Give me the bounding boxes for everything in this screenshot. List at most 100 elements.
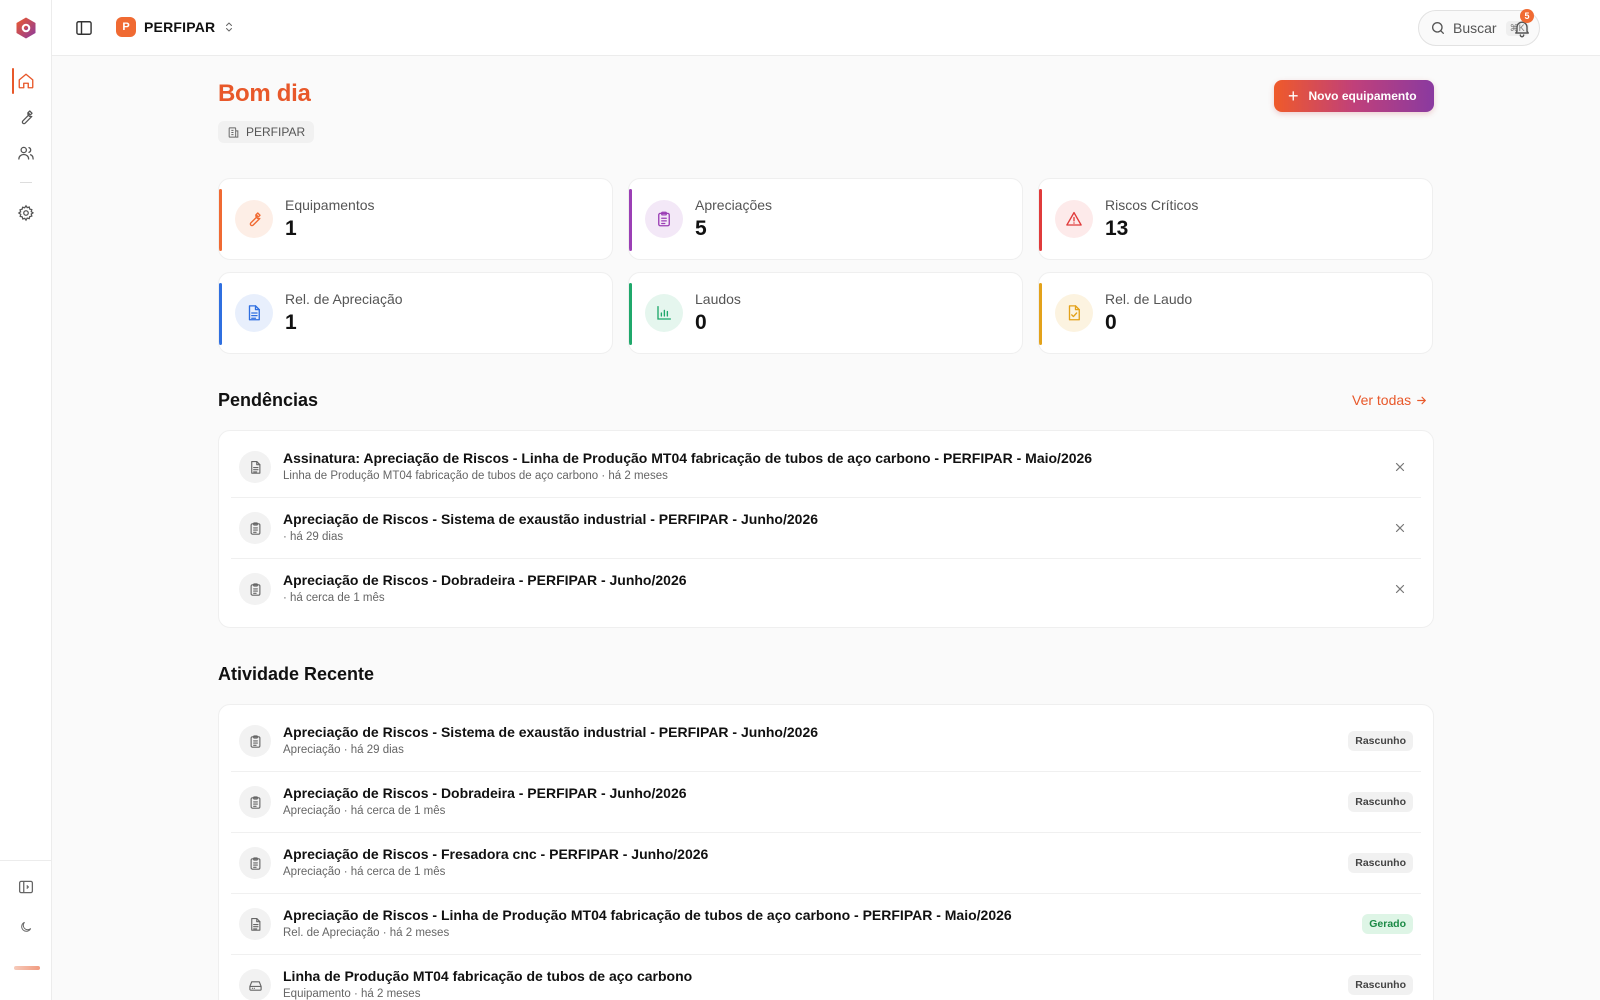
clipboard-icon <box>250 734 260 748</box>
sidebar-divider <box>20 182 32 183</box>
status-badge: Rascunho <box>1348 853 1413 873</box>
footer-logo <box>14 966 40 970</box>
pendencia-subtitle: · há 29 dias <box>283 531 344 543</box>
atividade-title: Apreciação de Riscos - Sistema de exaust… <box>283 724 819 740</box>
row-icon-wrap <box>239 908 271 940</box>
home-icon <box>18 73 34 89</box>
close-icon[interactable] <box>1393 460 1407 474</box>
atividade-title: Apreciação de Riscos - Dobradeira - PERF… <box>283 785 687 801</box>
alert-triangle-icon <box>1066 211 1082 226</box>
pendencia-title: Apreciação de Riscos - Sistema de exaust… <box>283 511 819 527</box>
pendencia-item[interactable]: Apreciação de Riscos - Sistema de exaust… <box>231 498 1421 559</box>
sidebar-item-equipamentos[interactable] <box>0 102 52 132</box>
stat-icon-wrap <box>1055 294 1093 332</box>
stat-value: 1 <box>285 217 297 240</box>
stat-label: Riscos Críticos <box>1105 197 1199 213</box>
org-chip: PERFIPAR <box>218 121 315 143</box>
app-logo-icon[interactable] <box>14 16 38 40</box>
file-text-icon <box>248 305 260 321</box>
stat-icon-wrap <box>235 294 273 332</box>
gear-icon <box>17 204 35 222</box>
expand-sidebar-button[interactable] <box>0 872 52 902</box>
clipboard-icon <box>250 521 260 535</box>
row-icon-wrap <box>239 725 271 757</box>
close-icon[interactable] <box>1393 521 1407 535</box>
stat-icon-wrap <box>1055 200 1093 238</box>
atividade-item[interactable]: Apreciação de Riscos - Linha de Produção… <box>231 894 1421 955</box>
atividade-title: Apreciação de Riscos - Linha de Produção… <box>283 907 1012 923</box>
theme-toggle-button[interactable] <box>0 912 52 942</box>
atividade-title: Apreciação de Riscos - Fresadora cnc - P… <box>283 846 709 862</box>
pendencia-subtitle: · há cerca de 1 mês <box>283 592 385 604</box>
org-chip-label: PERFIPAR <box>246 125 306 139</box>
stat-card-apreciacoes[interactable]: Apreciações 5 <box>628 178 1023 260</box>
pendencia-title: Apreciação de Riscos - Dobradeira - PERF… <box>283 572 687 588</box>
search-label: Buscar <box>1453 20 1497 36</box>
top-bar: P PERFIPAR Buscar ⌘K <box>52 0 1600 56</box>
status-badge: Rascunho <box>1348 792 1413 812</box>
page-title: Bom dia <box>218 80 311 107</box>
stat-card-rel-laudo[interactable]: Rel. de Laudo 0 <box>1038 272 1433 354</box>
stat-value: 0 <box>1105 311 1117 334</box>
stat-accent <box>219 189 222 251</box>
clipboard-icon <box>250 795 260 809</box>
stat-accent <box>219 283 222 345</box>
row-icon-wrap <box>239 573 271 605</box>
atividade-item[interactable]: Apreciação de Riscos - Fresadora cnc - P… <box>231 833 1421 894</box>
new-equipment-label: Novo equipamento <box>1308 89 1417 103</box>
stat-label: Equipamentos <box>285 197 375 213</box>
stat-value: 5 <box>695 217 707 240</box>
panel-icon <box>18 880 34 894</box>
stat-card-equipamentos[interactable]: Equipamentos 1 <box>218 178 613 260</box>
users-icon <box>18 146 34 160</box>
close-icon[interactable] <box>1393 582 1407 596</box>
pendencia-subtitle: Linha de Produção MT04 fabricação de tub… <box>283 470 668 482</box>
stat-card-riscos-criticos[interactable]: Riscos Críticos 13 <box>1038 178 1433 260</box>
pendencia-item[interactable]: Assinatura: Apreciação de Riscos - Linha… <box>231 437 1421 498</box>
wrench-icon <box>21 110 33 125</box>
atividade-subtitle: Apreciação · há 29 dias <box>283 744 404 756</box>
status-badge: Rascunho <box>1348 731 1413 751</box>
stat-accent <box>1039 189 1042 251</box>
file-text-icon <box>250 917 260 931</box>
stat-icon-wrap <box>645 200 683 238</box>
sidebar-toggle-icon[interactable] <box>74 18 94 38</box>
see-all-label: Ver todas <box>1352 392 1412 408</box>
stat-card-laudos[interactable]: Laudos 0 <box>628 272 1023 354</box>
stat-icon-wrap <box>235 200 273 238</box>
atividade-list: Apreciação de Riscos - Sistema de exaust… <box>218 704 1434 1000</box>
stat-card-rel-apreciacao[interactable]: Rel. de Apreciação 1 <box>218 272 613 354</box>
see-all-link[interactable]: Ver todas <box>1352 392 1428 408</box>
chevron-up-down-icon <box>226 22 233 32</box>
notification-count-badge: 5 <box>1520 9 1534 23</box>
sidebar-item-configuracoes[interactable] <box>0 198 52 228</box>
file-text-icon <box>250 460 260 474</box>
atividade-item[interactable]: Apreciação de Riscos - Dobradeira - PERF… <box>231 772 1421 833</box>
atividade-subtitle: Rel. de Apreciação · há 2 meses <box>283 927 450 939</box>
stat-value: 13 <box>1105 217 1129 240</box>
stat-icon-wrap <box>645 294 683 332</box>
bar-chart-icon <box>657 305 672 320</box>
file-check-icon <box>1068 305 1080 321</box>
stat-value: 0 <box>695 311 707 334</box>
building-icon <box>228 126 239 138</box>
sidebar-item-usuarios[interactable] <box>0 138 52 168</box>
sidebar-bottom-divider <box>0 860 52 861</box>
plus-icon: + <box>1288 86 1299 106</box>
org-name: PERFIPAR <box>144 19 216 35</box>
atividade-subtitle: Apreciação · há cerca de 1 mês <box>283 866 446 878</box>
row-icon-wrap <box>239 969 271 1000</box>
row-icon-wrap <box>239 786 271 818</box>
atividade-item[interactable]: Apreciação de Riscos - Sistema de exaust… <box>231 711 1421 772</box>
clipboard-icon <box>250 856 260 870</box>
org-switcher[interactable]: P PERFIPAR <box>116 17 235 37</box>
status-badge: Gerado <box>1362 914 1413 934</box>
search-icon <box>1432 22 1444 34</box>
sidebar-item-home[interactable] <box>0 66 52 96</box>
row-icon-wrap <box>239 512 271 544</box>
atividade-item[interactable]: Linha de Produção MT04 fabricação de tub… <box>231 955 1421 1000</box>
pendencia-item[interactable]: Apreciação de Riscos - Dobradeira - PERF… <box>231 559 1421 620</box>
new-equipment-button[interactable]: + Novo equipamento <box>1274 80 1434 112</box>
clipboard-icon <box>250 582 260 596</box>
stat-label: Apreciações <box>695 197 773 213</box>
